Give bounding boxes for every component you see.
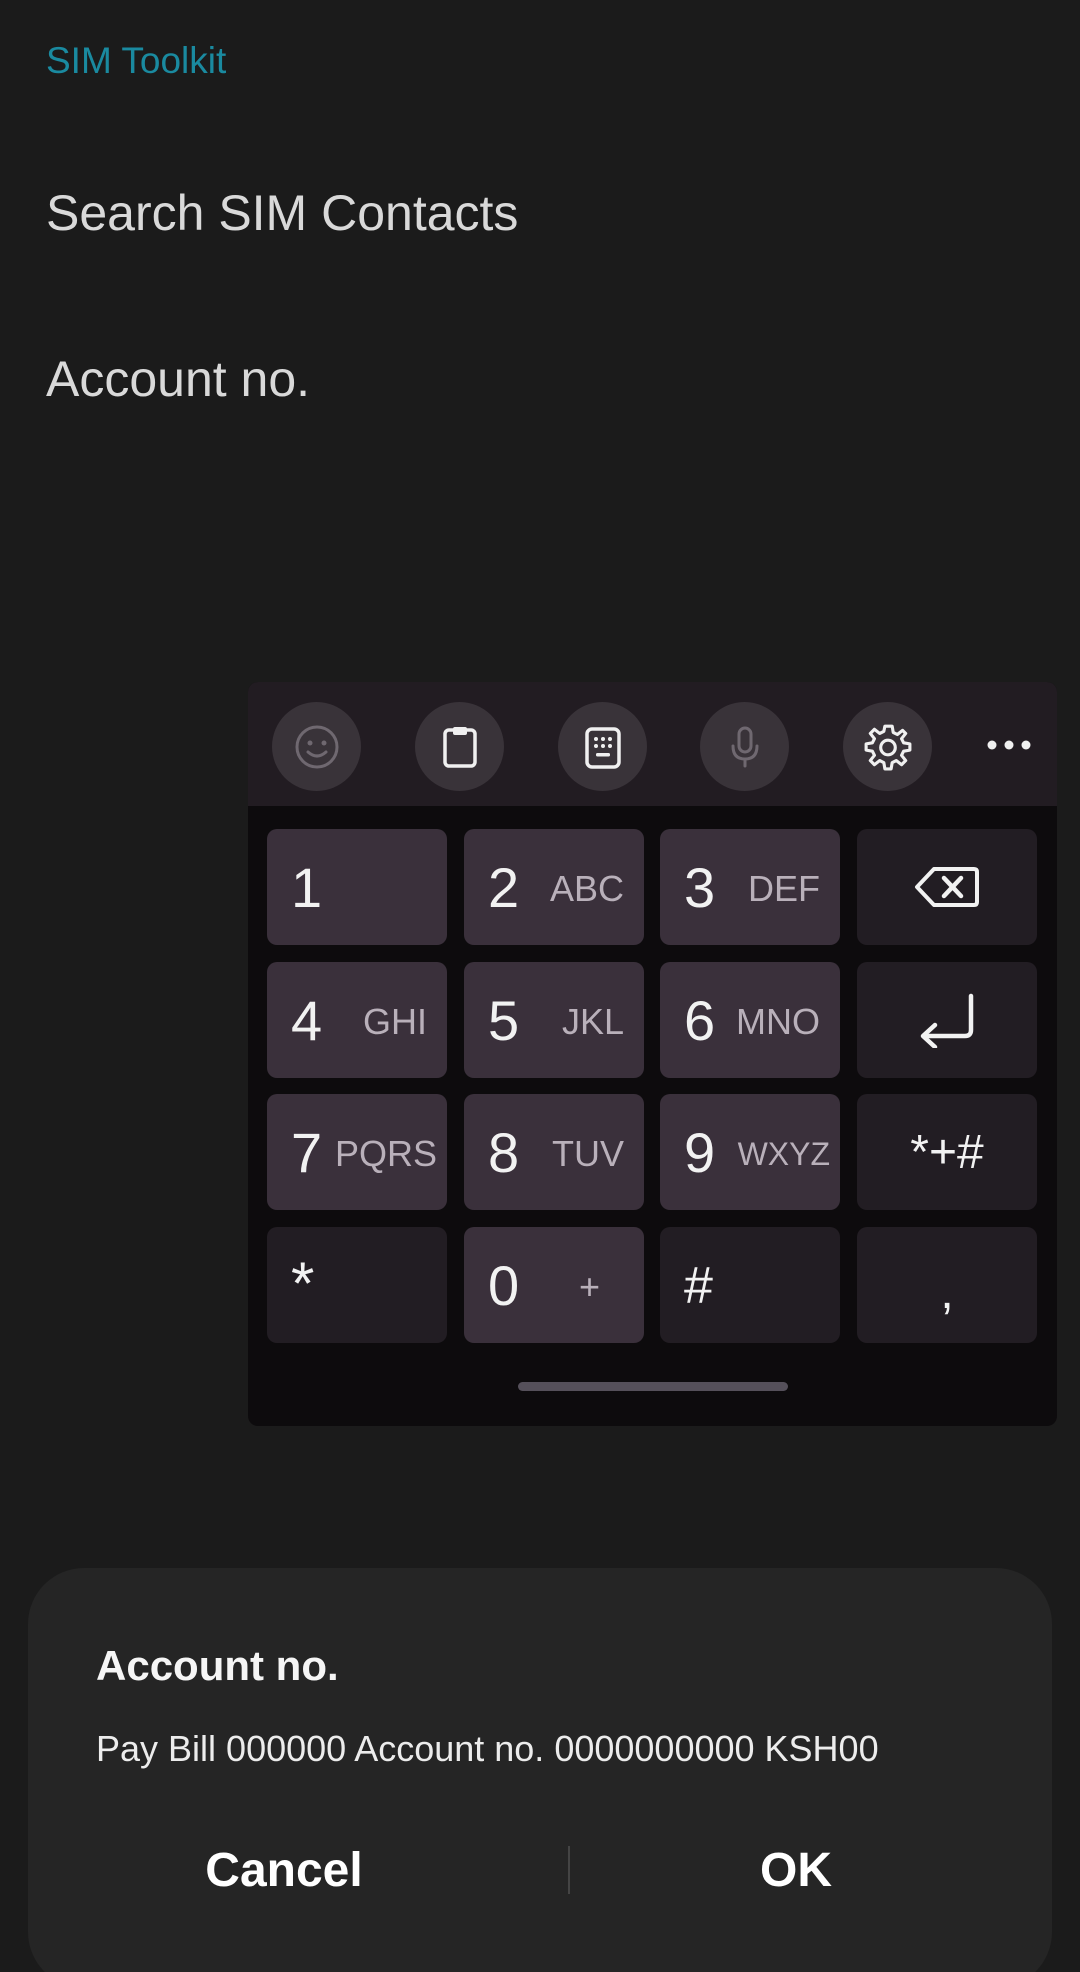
key-digit: 4 [291, 989, 323, 1052]
star-key[interactable]: * [267, 1227, 447, 1343]
menu-item-account-no[interactable]: Account no. [46, 350, 310, 408]
hash-key[interactable]: # [660, 1227, 840, 1343]
key-letters: WXYZ [737, 1136, 830, 1172]
screen: SIM Toolkit Search SIM Contacts Account … [0, 0, 1080, 1972]
key-letters: + [578, 1266, 600, 1307]
microphone-button[interactable] [700, 702, 789, 791]
key-digit: 2 [488, 856, 520, 919]
key-letters: PQRS [334, 1133, 437, 1174]
key-digit: 5 [488, 989, 520, 1052]
more-options-button[interactable] [964, 702, 1053, 791]
key-0[interactable]: 0 + [464, 1227, 644, 1343]
key-2[interactable]: 2 ABC [464, 829, 644, 945]
clipboard-icon [436, 723, 484, 771]
account-dialog: Account no. Pay Bill 000000 Account no. … [28, 1568, 1052, 1972]
settings-button[interactable] [843, 702, 932, 791]
dialog-message: Pay Bill 000000 Account no. 0000000000 K… [96, 1728, 879, 1769]
keypad-button[interactable] [558, 702, 647, 791]
key-digit: 0 [488, 1254, 520, 1317]
settings-icon [863, 722, 913, 772]
backspace-icon [857, 829, 1037, 945]
app-title: SIM Toolkit [46, 40, 227, 81]
backspace-key[interactable] [857, 829, 1037, 945]
key-4[interactable]: 4 GHI [267, 962, 447, 1078]
star-label: * [291, 1250, 315, 1317]
microphone-icon [721, 723, 769, 771]
enter-key[interactable] [857, 962, 1037, 1078]
keyboard-toolbar [248, 682, 1057, 806]
symbols-key[interactable]: *+# [857, 1094, 1037, 1210]
key-letters: TUV [552, 1133, 624, 1174]
keyboard-drag-handle[interactable] [518, 1382, 788, 1391]
symbols-label: *+# [910, 1125, 984, 1179]
emoji-icon [293, 723, 341, 771]
key-digit: 6 [684, 989, 716, 1052]
cancel-button[interactable]: Cancel [28, 1830, 540, 1910]
key-letters: MNO [736, 1001, 820, 1042]
key-3[interactable]: 3 DEF [660, 829, 840, 945]
dialog-title: Account no. [96, 1642, 339, 1689]
key-1[interactable]: 1 [267, 829, 447, 945]
more-icon [985, 738, 1033, 756]
key-digit: 1 [291, 856, 323, 919]
enter-icon [857, 962, 1037, 1078]
key-5[interactable]: 5 JKL [464, 962, 644, 1078]
key-9[interactable]: 9 WXYZ [660, 1094, 840, 1210]
key-8[interactable]: 8 TUV [464, 1094, 644, 1210]
key-digit: 3 [684, 856, 716, 919]
hash-label: # [684, 1257, 713, 1315]
key-digit: 7 [291, 1121, 323, 1184]
key-6[interactable]: 6 MNO [660, 962, 840, 1078]
key-7[interactable]: 7 PQRS [267, 1094, 447, 1210]
comma-label: , [940, 1265, 954, 1319]
key-letters: DEF [748, 868, 820, 909]
key-letters: GHI [362, 1001, 427, 1042]
emoji-button[interactable] [272, 702, 361, 791]
key-digit: 9 [684, 1121, 716, 1184]
clipboard-button[interactable] [415, 702, 504, 791]
floating-keyboard: 1 2 ABC 3 DEF 4 GHI 5 JKL 6 MNO 7 PQRS 8… [248, 682, 1057, 1426]
key-letters: ABC [549, 868, 624, 909]
key-digit: 8 [488, 1121, 520, 1184]
ok-button[interactable]: OK [540, 1830, 1052, 1910]
key-letters: JKL [561, 1001, 624, 1042]
keypad-icon [579, 723, 627, 771]
comma-key[interactable]: , [857, 1227, 1037, 1343]
menu-item-search-sim-contacts[interactable]: Search SIM Contacts [46, 184, 518, 242]
